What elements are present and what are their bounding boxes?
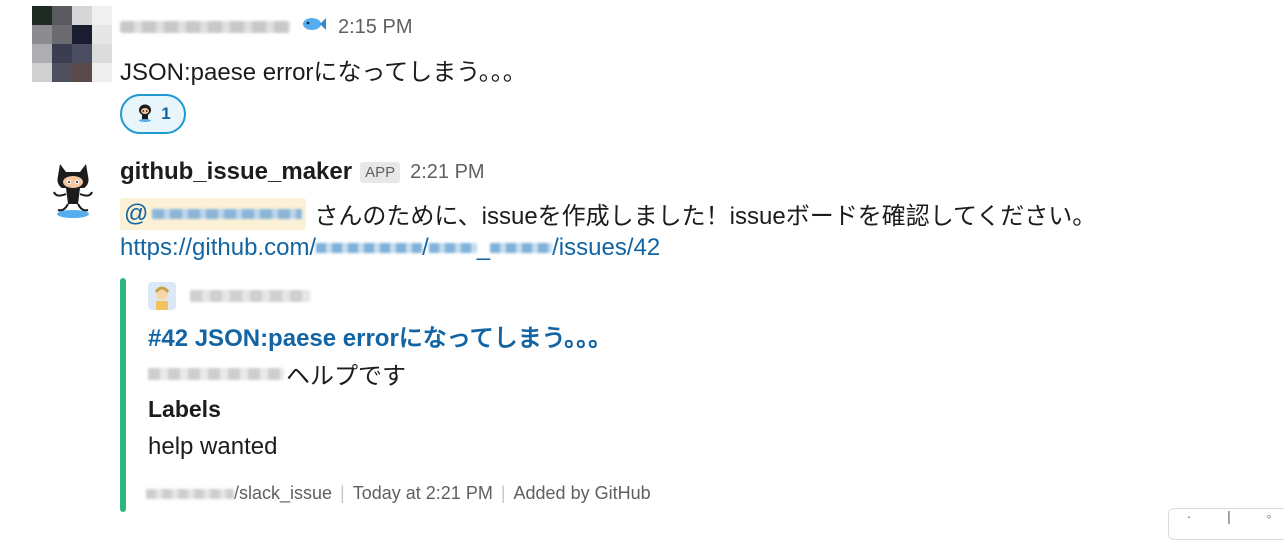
bot-name[interactable]: github_issue_maker xyxy=(120,158,352,186)
avatar[interactable] xyxy=(32,6,112,82)
author-avatar-icon[interactable] xyxy=(148,282,176,310)
message-header: github_issue_maker APP 2:21 PM xyxy=(120,156,485,188)
timestamp[interactable]: 2:15 PM xyxy=(338,16,412,39)
footer-source: Added by GitHub xyxy=(513,483,651,503)
reaction-count: 1 xyxy=(161,104,171,123)
timestamp[interactable]: 2:21 PM xyxy=(410,161,484,184)
issue-link[interactable]: https://github.com/ / _ /issues/42 xyxy=(120,234,660,262)
attachment-footer: /slack_issue | Today at 2:21 PM | Added … xyxy=(146,483,651,504)
bot-avatar[interactable] xyxy=(50,158,96,220)
user-mention[interactable]: @ xyxy=(120,197,307,230)
issue-body: ヘルプです xyxy=(148,356,406,391)
sender-name[interactable] xyxy=(120,21,290,33)
octocat-icon xyxy=(135,102,155,127)
reaction-pill[interactable]: 1 xyxy=(120,94,186,134)
message-actions-toolbar: · | ◦ xyxy=(1168,508,1284,540)
message-text: JSON:paese errorになってしまう。。。 xyxy=(120,59,527,86)
more-icon[interactable]: ◦ xyxy=(1249,509,1284,523)
attachment-accent-bar xyxy=(120,278,126,512)
message-text: @ さんのために、issueを作成しました！issueボードを確認してください。 xyxy=(120,196,1096,231)
footer-time: Today at 2:21 PM xyxy=(352,483,493,503)
field-title: Labels xyxy=(148,396,221,422)
message-header: 2:15 PM xyxy=(120,12,412,42)
thread-icon[interactable]: | xyxy=(1209,509,1249,523)
issue-title-link[interactable]: #42 JSON:paese errorになってしまう。。。 xyxy=(148,318,612,353)
fish-icon xyxy=(302,15,326,39)
react-icon[interactable]: · xyxy=(1169,509,1209,523)
app-badge: APP xyxy=(360,161,401,183)
field-value: help wanted xyxy=(148,433,278,460)
footer-repo: /slack_issue xyxy=(234,483,333,503)
attachment-author[interactable] xyxy=(190,290,310,302)
